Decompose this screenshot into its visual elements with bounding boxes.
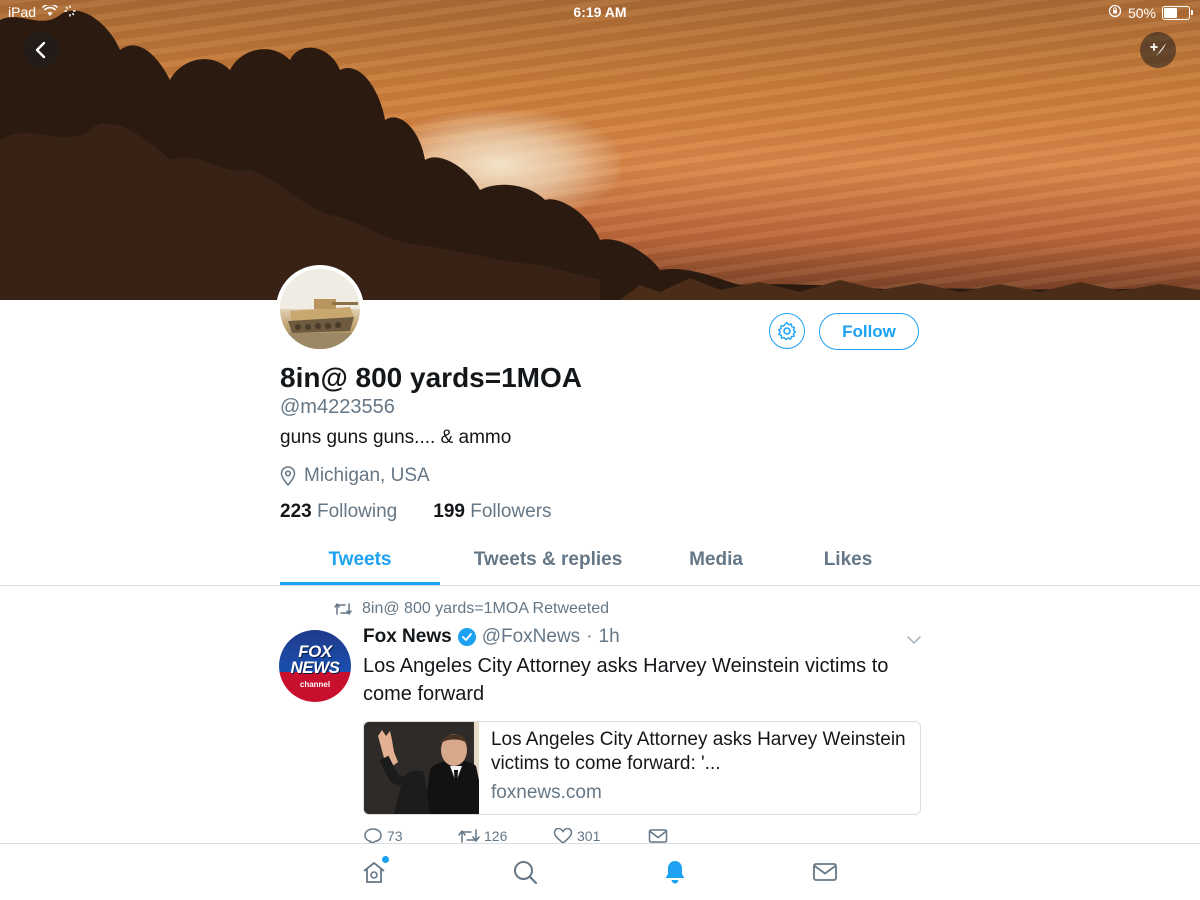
gear-icon bbox=[777, 321, 797, 341]
reply-count: 73 bbox=[387, 828, 403, 844]
tab-media[interactable]: Media bbox=[656, 545, 776, 585]
bell-icon bbox=[665, 861, 685, 884]
following-count: 223 bbox=[280, 501, 312, 522]
reply-button[interactable]: 73 bbox=[363, 828, 458, 844]
profile-location: Michigan, USA bbox=[280, 465, 430, 487]
nav-messages-button[interactable] bbox=[811, 858, 839, 886]
retweet-button[interactable]: 126 bbox=[458, 828, 553, 844]
tweet-actions: 73 126 301 bbox=[363, 828, 743, 844]
chevron-left-icon bbox=[35, 41, 46, 59]
profile-bio: guns guns guns.... & ammo bbox=[280, 427, 512, 448]
profile-avatar[interactable] bbox=[276, 265, 364, 353]
following-label: Following bbox=[316, 501, 398, 522]
retweet-context: 8in@ 800 yards=1MOA Retweeted bbox=[334, 600, 609, 618]
status-time: 6:19 AM bbox=[573, 4, 627, 20]
nav-home-button[interactable] bbox=[360, 856, 389, 886]
tab-tweets[interactable]: Tweets bbox=[280, 545, 440, 585]
tweet-timestamp: 1h bbox=[598, 626, 620, 647]
nav-notifications-button[interactable] bbox=[661, 858, 689, 886]
envelope-icon bbox=[813, 863, 837, 881]
nav-search-button[interactable] bbox=[511, 858, 539, 886]
followers-count-link[interactable]: 199 Followers bbox=[433, 501, 551, 523]
retweet-icon bbox=[458, 829, 480, 843]
envelope-icon bbox=[648, 829, 668, 843]
header-banner-image bbox=[0, 0, 1200, 300]
tweet-author-handle: @FoxNews bbox=[481, 626, 581, 647]
tweet-options-button[interactable] bbox=[906, 632, 922, 650]
battery-icon bbox=[1162, 5, 1193, 20]
location-text: Michigan, USA bbox=[304, 465, 430, 486]
search-icon bbox=[514, 861, 538, 885]
tweet-author-avatar[interactable]: FOX NEWS channel bbox=[279, 630, 351, 702]
tweet-author-name[interactable]: Fox News bbox=[363, 626, 452, 648]
compose-tweet-button[interactable] bbox=[1140, 32, 1176, 68]
tweet-meta-separator: · bbox=[586, 626, 593, 647]
link-preview-card[interactable]: Los Angeles City Attorney asks Harvey We… bbox=[363, 721, 921, 815]
direct-message-share-button[interactable] bbox=[648, 828, 743, 844]
link-preview-domain: foxnews.com bbox=[490, 782, 602, 803]
profile-handle: @m4223556 bbox=[280, 396, 395, 418]
followers-count: 199 bbox=[433, 501, 465, 522]
status-bar: iPad 6:19 AM 50% bbox=[0, 0, 1200, 26]
battery-percent: 50% bbox=[1127, 4, 1156, 21]
fox-logo-word-3: channel bbox=[299, 679, 331, 689]
profile-tabs: Tweets Tweets & replies Media Likes bbox=[280, 545, 920, 585]
location-pin-icon bbox=[280, 466, 296, 486]
tab-likes[interactable]: Likes bbox=[776, 545, 920, 585]
like-count: 301 bbox=[577, 828, 601, 844]
bottom-tab-bar bbox=[0, 843, 1200, 900]
chevron-down-icon bbox=[907, 636, 921, 644]
tweet-text: Los Angeles City Attorney asks Harvey We… bbox=[363, 655, 889, 705]
follow-button[interactable]: Follow bbox=[819, 313, 919, 350]
like-button[interactable]: 301 bbox=[553, 828, 648, 844]
following-count-link[interactable]: 223 Following bbox=[280, 501, 397, 523]
orientation-lock-icon bbox=[1108, 4, 1122, 21]
tweet-header: Fox News @FoxNews · 1h bbox=[363, 626, 620, 648]
retweet-icon bbox=[334, 603, 352, 615]
home-notification-dot bbox=[382, 856, 389, 863]
retweet-note: 8in@ 800 yards=1MOA Retweeted bbox=[362, 600, 610, 617]
link-preview-image bbox=[364, 722, 479, 814]
tabs-divider bbox=[0, 585, 1200, 586]
settings-button[interactable] bbox=[769, 313, 805, 349]
reply-icon bbox=[364, 828, 382, 844]
verified-badge-icon bbox=[457, 628, 476, 646]
compose-tweet-icon bbox=[1150, 43, 1166, 57]
followers-label: Followers bbox=[470, 501, 552, 522]
profile-display-name: 8in@ 800 yards=1MOA bbox=[280, 362, 582, 393]
back-button[interactable] bbox=[23, 32, 59, 68]
follow-counts: 223 Following 199 Followers bbox=[280, 501, 552, 523]
retweet-count: 126 bbox=[484, 828, 508, 844]
fox-logo-word-2: NEWS bbox=[290, 657, 341, 677]
heart-icon bbox=[553, 828, 573, 844]
link-preview-title: Los Angeles City Attorney asks Harvey We… bbox=[490, 729, 906, 774]
tab-tweets-and-replies[interactable]: Tweets & replies bbox=[440, 545, 656, 585]
